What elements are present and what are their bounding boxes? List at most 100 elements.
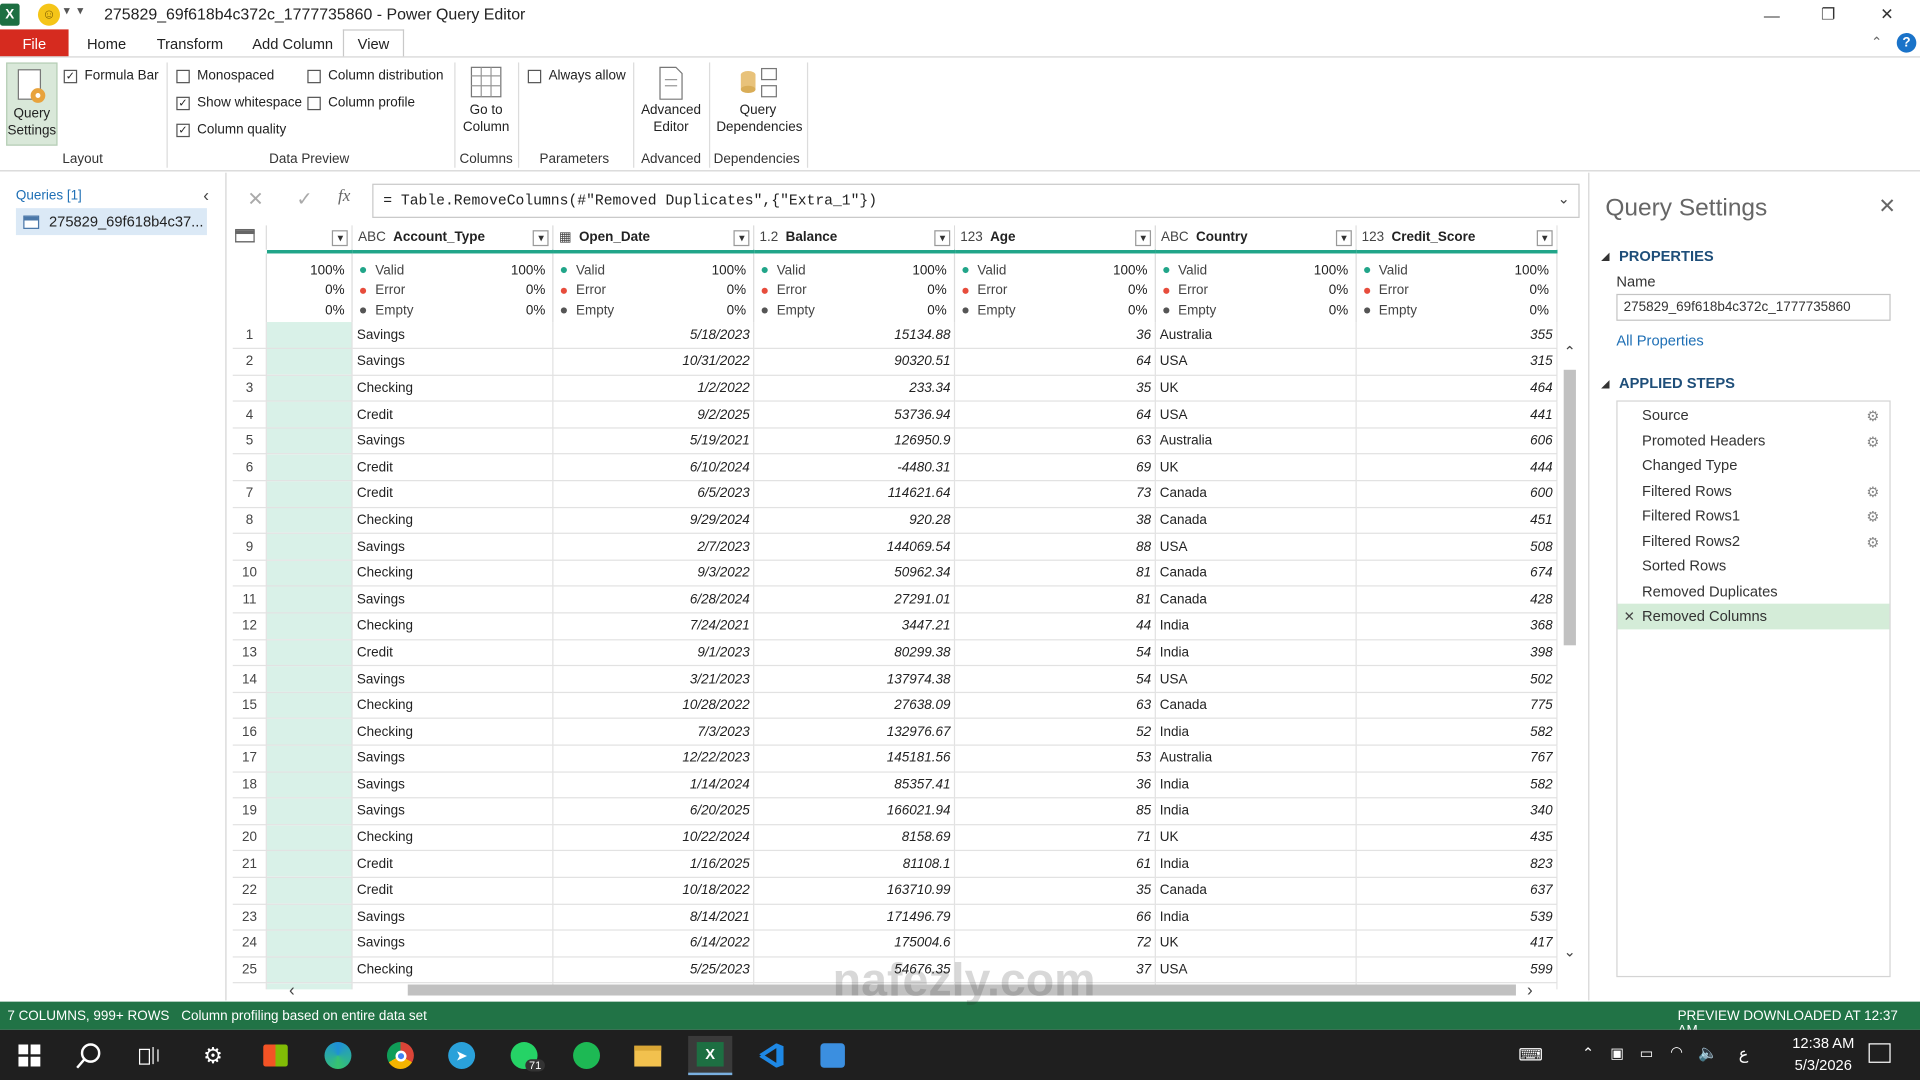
table-cell[interactable]: 464 <box>1356 374 1558 402</box>
tab-transform[interactable]: Transform <box>144 29 235 57</box>
table-cell[interactable]: Checking <box>352 560 554 588</box>
row-number[interactable]: 24 <box>232 930 268 958</box>
task-view-icon[interactable] <box>131 1036 170 1075</box>
column-profile-checkbox[interactable]: Column profile <box>307 96 415 110</box>
delete-step-icon[interactable]: ✕ <box>1624 608 1635 624</box>
applied-steps-section[interactable]: ◢ APPLIED STEPS <box>1602 375 1735 392</box>
column-header[interactable]: 123 Credit_Score ▾ <box>1356 225 1558 252</box>
query-settings-button[interactable]: Query Settings <box>6 62 58 146</box>
table-cell[interactable]: Checking <box>352 374 554 402</box>
table-cell[interactable]: 53 <box>954 745 1157 773</box>
close-query-settings-icon[interactable]: ✕ <box>1878 195 1895 219</box>
table-cell[interactable]: 10/18/2022 <box>553 877 755 905</box>
table-cell[interactable]: India <box>1155 797 1357 826</box>
table-cell[interactable]: 52 <box>954 718 1157 746</box>
row-number[interactable]: 22 <box>232 877 268 905</box>
table-cell[interactable]: 398 <box>1356 639 1558 667</box>
fx-icon[interactable]: fx <box>338 187 350 207</box>
table-cell[interactable]: 355 <box>1356 322 1558 350</box>
table-cell[interactable] <box>266 612 354 640</box>
row-number[interactable]: 9 <box>232 533 268 561</box>
table-cell[interactable]: USA <box>1155 348 1357 376</box>
scroll-down-icon[interactable]: ⌄ <box>1564 943 1576 960</box>
table-cell[interactable] <box>266 507 354 535</box>
row-number[interactable]: 2 <box>232 348 268 376</box>
advanced-editor-button[interactable]: Advanced Editor <box>638 65 704 136</box>
table-cell[interactable]: 451 <box>1356 507 1558 535</box>
query-item[interactable]: 275829_69f618b4c37... <box>15 208 207 236</box>
table-cell[interactable]: 72 <box>954 930 1157 958</box>
query-name-input[interactable]: 275829_69f618b4c372c_1777735860 <box>1616 293 1891 321</box>
table-cell[interactable]: Credit <box>352 454 554 482</box>
table-cell[interactable]: 6/28/2024 <box>553 586 755 614</box>
table-cell[interactable]: 85 <box>954 797 1157 826</box>
table-cell[interactable]: Checking <box>352 824 554 852</box>
table-cell[interactable]: Checking <box>352 507 554 535</box>
table-cell[interactable]: 9/2/2025 <box>553 401 755 429</box>
table-cell[interactable]: Savings <box>352 322 554 350</box>
table-cell[interactable]: Savings <box>352 533 554 561</box>
column-header[interactable]: ▦ Open_Date ▾ <box>553 225 755 252</box>
table-cell[interactable]: 36 <box>954 322 1157 350</box>
show-hidden-icons-icon[interactable]: ⌃ <box>1582 1044 1594 1061</box>
smiley-dropdown-icon[interactable]: ▾ <box>64 5 70 18</box>
column-quality-cell[interactable]: Valid 100% Error 0% Empty 0% <box>954 249 1157 323</box>
table-cell[interactable]: USA <box>1155 401 1357 429</box>
table-cell[interactable]: Savings <box>352 745 554 773</box>
table-cell[interactable] <box>266 348 354 376</box>
table-cell[interactable]: 7/24/2021 <box>553 612 755 640</box>
step-settings-gear-icon[interactable]: ⚙ <box>1866 533 1879 550</box>
table-cell[interactable]: 54 <box>954 639 1157 667</box>
table-cell[interactable]: 137974.38 <box>754 665 956 693</box>
table-cell[interactable]: 64 <box>954 348 1157 376</box>
table-cell[interactable]: 88 <box>954 533 1157 561</box>
table-cell[interactable]: Checking <box>352 692 554 720</box>
table-cell[interactable]: 73 <box>954 480 1157 508</box>
meet-now-icon[interactable]: ▣ <box>1610 1044 1624 1061</box>
table-cell[interactable]: 6/5/2023 <box>553 480 755 508</box>
table-cell[interactable] <box>266 560 354 588</box>
column-quality-cell[interactable]: Valid 100% Error 0% Empty 0% <box>553 249 755 323</box>
table-cell[interactable]: 15134.88 <box>754 322 956 350</box>
vertical-scroll-thumb[interactable] <box>1563 369 1576 646</box>
table-cell[interactable]: 132976.67 <box>754 718 956 746</box>
table-cell[interactable]: 6/20/2025 <box>553 797 755 826</box>
table-cell[interactable] <box>266 850 354 878</box>
tab-file[interactable]: File <box>0 29 69 58</box>
table-cell[interactable]: Savings <box>352 665 554 693</box>
table-cell[interactable]: Savings <box>352 930 554 958</box>
table-cell[interactable]: 27638.09 <box>754 692 956 720</box>
notifications-icon[interactable] <box>1868 1043 1891 1063</box>
table-cell[interactable] <box>266 771 354 799</box>
input-language[interactable]: ع <box>1739 1044 1749 1064</box>
table-cell[interactable] <box>266 877 354 905</box>
table-cell[interactable]: 61 <box>954 850 1157 878</box>
formula-bar-checkbox[interactable]: ✓ Formula Bar <box>63 69 159 83</box>
table-cell[interactable]: 44 <box>954 612 1157 640</box>
table-cell[interactable]: Savings <box>352 771 554 799</box>
table-cell[interactable] <box>266 374 354 402</box>
table-cell[interactable]: Savings <box>352 348 554 376</box>
column-filter-icon[interactable]: ▾ <box>733 230 750 247</box>
telegram-icon[interactable]: ➤ <box>442 1036 481 1075</box>
table-cell[interactable] <box>266 665 354 693</box>
restore-button[interactable]: ❐ <box>1800 0 1856 29</box>
customize-quick-access-icon[interactable]: ▾ <box>77 5 83 18</box>
applied-step[interactable]: Changed Type <box>1618 453 1890 478</box>
table-cell[interactable]: 435 <box>1356 824 1558 852</box>
table-cell[interactable]: 50962.34 <box>754 560 956 588</box>
table-cell[interactable]: Checking <box>352 718 554 746</box>
table-cell[interactable]: 6/10/2024 <box>553 454 755 482</box>
table-cell[interactable] <box>266 427 354 455</box>
query-dependencies-button[interactable]: Query Dependencies <box>716 65 802 136</box>
row-number[interactable]: 23 <box>232 903 268 931</box>
applied-step[interactable]: Filtered Rows2 ⚙ <box>1618 528 1890 553</box>
row-number[interactable]: 25 <box>232 956 268 984</box>
column-header[interactable]: ABC Country ▾ <box>1155 225 1357 252</box>
properties-section[interactable]: ◢ PROPERTIES <box>1602 247 1714 264</box>
table-cell[interactable]: 5/19/2021 <box>553 427 755 455</box>
table-cell[interactable]: USA <box>1155 533 1357 561</box>
table-row[interactable]: 11 Savings 6/28/2024 27291.01 81 Canada 428 <box>232 586 1558 614</box>
table-cell[interactable]: 71 <box>954 824 1157 852</box>
table-row[interactable]: 8 Checking 9/29/2024 920.28 38 Canada 451 <box>232 507 1558 535</box>
